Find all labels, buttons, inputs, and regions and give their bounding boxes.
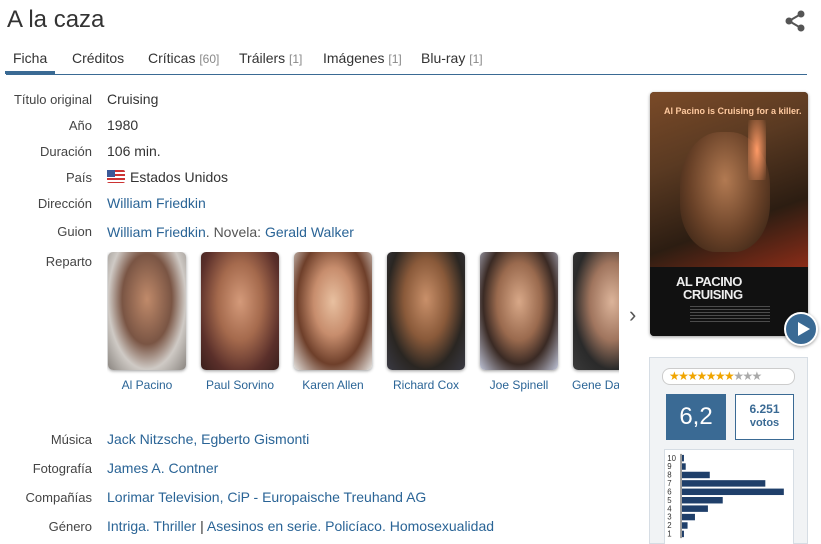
genre-link[interactable]: Intriga. Thriller xyxy=(107,518,196,534)
histogram-bar xyxy=(682,513,695,521)
cast-photo xyxy=(387,252,465,370)
cast-member[interactable]: Al Pacino xyxy=(107,252,187,392)
histogram-bar xyxy=(682,463,686,470)
votes-box[interactable]: 6.251 votos xyxy=(735,394,794,440)
star-filled-icon[interactable]: ★ xyxy=(697,369,708,383)
tab-criticas[interactable]: Críticas [60] xyxy=(148,50,219,66)
histogram-bar xyxy=(682,480,766,487)
histogram-bar xyxy=(682,505,708,512)
histogram-bar xyxy=(682,522,688,529)
tab-bar: Ficha Créditos Críticas [60] Tráilers [1… xyxy=(5,44,807,75)
original-title-value: Cruising xyxy=(107,91,159,107)
country-name: Estados Unidos xyxy=(130,169,229,185)
cast-member[interactable]: Gene Davis xyxy=(572,252,619,392)
page-title: A la caza xyxy=(7,6,105,33)
cast-carousel: Al Pacino Paul Sorvino Karen Allen Richa… xyxy=(107,252,619,397)
star-empty-icon[interactable]: ★ xyxy=(733,369,744,383)
cast-member[interactable]: Karen Allen xyxy=(293,252,373,392)
histogram-bar xyxy=(682,454,684,462)
cast-name[interactable]: Paul Sorvino xyxy=(200,378,280,392)
cast-photo xyxy=(201,252,279,370)
music-link[interactable]: Jack Nitzsche, Egberto Gismonti xyxy=(107,431,309,447)
music-value: Jack Nitzsche, Egberto Gismonti xyxy=(107,431,309,447)
photo-value: James A. Contner xyxy=(107,460,218,476)
topic-link[interactable]: Asesinos en serie. Policíaco. Homosexual… xyxy=(207,518,494,534)
histogram-bar xyxy=(682,497,723,504)
user-star-rating[interactable]: ★★★★★★★★★★ xyxy=(662,368,795,385)
cast-name[interactable]: Al Pacino xyxy=(107,378,187,392)
cast-photo xyxy=(480,252,558,370)
histogram-bar xyxy=(682,530,684,538)
photo-link[interactable]: James A. Contner xyxy=(107,460,218,476)
star-filled-icon[interactable]: ★ xyxy=(687,369,698,383)
original-title-label: Título original xyxy=(13,92,92,107)
cast-photo xyxy=(294,252,372,370)
star-filled-icon[interactable]: ★ xyxy=(706,369,717,383)
direction-label: Dirección xyxy=(37,196,92,211)
director-link[interactable]: William Friedkin xyxy=(107,195,206,211)
cast-photo xyxy=(573,252,619,370)
star-filled-icon[interactable]: ★ xyxy=(724,369,735,383)
tab-bluray[interactable]: Blu-ray [1] xyxy=(421,50,483,66)
star-empty-icon[interactable]: ★ xyxy=(742,369,753,383)
star-filled-icon[interactable]: ★ xyxy=(669,369,680,383)
companies-label: Compañías xyxy=(25,490,92,505)
script-separator: . Novela: xyxy=(205,224,265,240)
duration-value: 106 min. xyxy=(107,143,161,159)
genre-label: Género xyxy=(48,519,92,534)
music-label: Música xyxy=(50,432,92,447)
genre-separator: | xyxy=(196,518,207,534)
poster-title-line2: CRUISING xyxy=(683,287,743,302)
script-value: William Friedkin. Novela: Gerald Walker xyxy=(107,224,354,240)
novel-author-link[interactable]: Gerald Walker xyxy=(265,224,354,240)
cast-member[interactable]: Joe Spinell xyxy=(479,252,559,392)
cast-label: Reparto xyxy=(45,254,92,269)
script-label: Guion xyxy=(57,224,92,239)
photo-label: Fotografía xyxy=(32,461,92,476)
votes-label: votos xyxy=(749,417,780,429)
rating-box: ★★★★★★★★★★ 6,2 6.251 votos 10 9 8 7 6 5 4 3 2 1 xyxy=(649,357,808,544)
cast-name[interactable]: Karen Allen xyxy=(293,378,373,392)
cast-name[interactable]: Gene Davis xyxy=(572,378,619,392)
share-icon[interactable] xyxy=(784,10,806,32)
votes-count: 6.251 xyxy=(749,402,780,416)
star-filled-icon[interactable]: ★ xyxy=(715,369,726,383)
average-rating: 6,2 xyxy=(666,394,726,440)
cast-name[interactable]: Joe Spinell xyxy=(479,378,559,392)
cast-member[interactable]: Richard Cox xyxy=(386,252,466,392)
play-icon[interactable] xyxy=(784,312,818,346)
country-value: Estados Unidos xyxy=(107,169,228,185)
cast-photo xyxy=(108,252,186,370)
chevron-right-icon[interactable]: › xyxy=(629,302,636,328)
rating-histogram[interactable]: 10987654321 xyxy=(664,449,794,544)
companies-link[interactable]: Lorimar Television, CiP - Europaische Tr… xyxy=(107,489,426,505)
tab-creditos[interactable]: Créditos xyxy=(72,50,124,66)
tab-trailers[interactable]: Tráilers [1] xyxy=(239,50,302,66)
poster-tagline: Al Pacino is Cruising for a killer. xyxy=(664,106,802,116)
script-writer-link[interactable]: William Friedkin xyxy=(107,224,206,240)
histogram-bar xyxy=(682,488,784,496)
us-flag-icon xyxy=(107,170,125,183)
star-filled-icon[interactable]: ★ xyxy=(678,369,689,383)
duration-label: Duración xyxy=(39,144,92,159)
poster-credits xyxy=(690,306,770,324)
star-empty-icon[interactable]: ★ xyxy=(752,369,763,383)
genre-value: Intriga. Thriller | Asesinos en serie. P… xyxy=(107,518,494,534)
tab-ficha[interactable]: Ficha xyxy=(5,50,56,74)
year-label: Año xyxy=(68,118,92,133)
tab-imagenes[interactable]: Imágenes [1] xyxy=(323,50,402,66)
director-value: William Friedkin xyxy=(107,195,206,211)
histogram-label: 1 xyxy=(667,530,671,539)
cast-member[interactable]: Paul Sorvino xyxy=(200,252,280,392)
companies-value: Lorimar Television, CiP - Europaische Tr… xyxy=(107,489,426,505)
movie-poster[interactable]: Al Pacino is Cruising for a killer. AL P… xyxy=(650,92,808,336)
histogram-bar xyxy=(682,471,710,479)
year-value: 1980 xyxy=(107,117,139,133)
cast-name[interactable]: Richard Cox xyxy=(386,378,466,392)
country-label: País xyxy=(65,170,92,185)
poster-light xyxy=(748,120,766,180)
